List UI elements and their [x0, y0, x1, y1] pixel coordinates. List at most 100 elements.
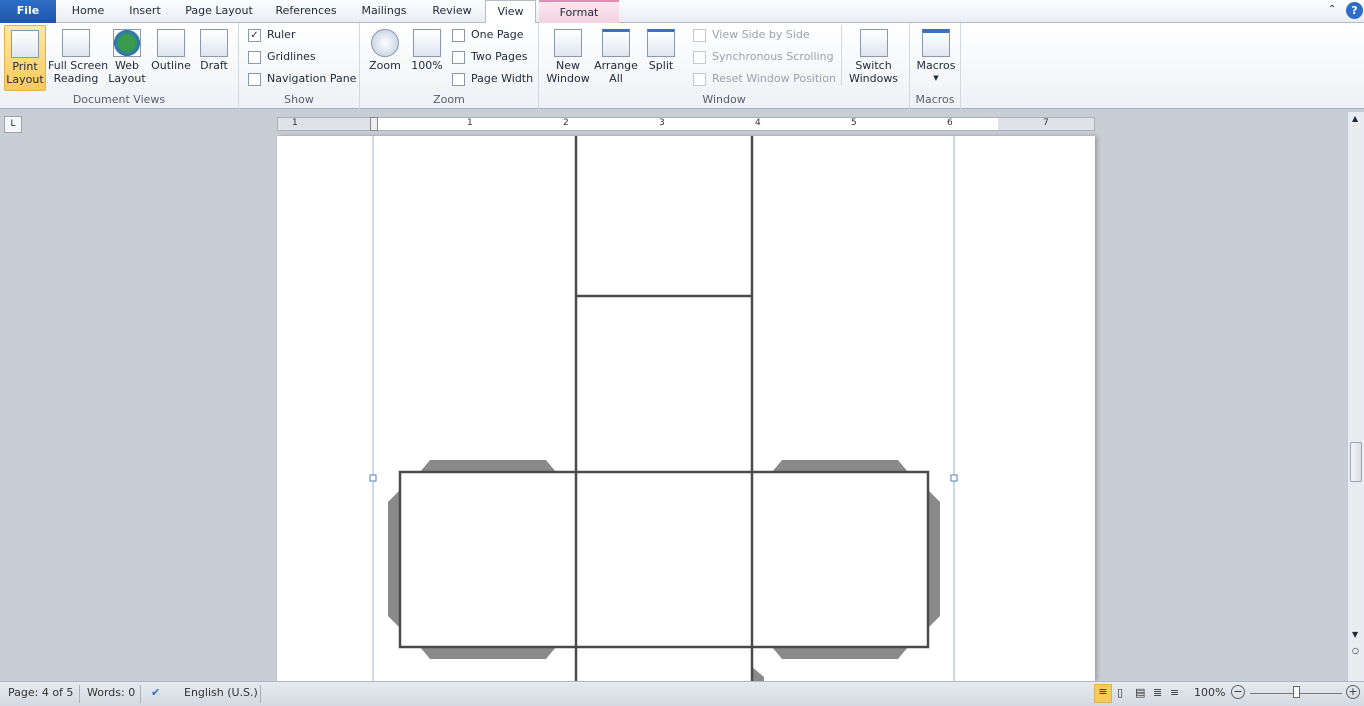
navigation-pane-checkbox[interactable]: Navigation Pane: [248, 70, 356, 88]
label: One Page: [471, 28, 524, 41]
book-icon: [62, 29, 90, 57]
tab-file[interactable]: File: [0, 0, 56, 23]
dropdown-arrow-icon: ▼: [933, 74, 939, 82]
outline-icon: [157, 29, 185, 57]
full-screen-reading-button[interactable]: Full Screen Reading: [48, 25, 108, 85]
outline-view-icon[interactable]: ≣: [1153, 686, 1162, 699]
one-page-button[interactable]: One Page: [452, 26, 524, 44]
print-layout-icon: [11, 30, 39, 58]
ruler-checkbox[interactable]: ✓ Ruler: [248, 26, 295, 44]
group-label: Window: [702, 93, 746, 106]
horizontal-ruler[interactable]: 1 1 2 3 4 5 6 7: [277, 117, 1095, 131]
scroll-down-icon[interactable]: ▼: [1352, 630, 1358, 639]
resize-handle: [950, 474, 958, 482]
tab-top-right: [772, 460, 908, 472]
split-button[interactable]: Split: [641, 25, 681, 72]
side-by-side-icon: [693, 29, 706, 42]
tab-view[interactable]: View: [485, 0, 536, 24]
one-page-icon: [452, 29, 465, 42]
zoom-slider-thumb[interactable]: [1293, 686, 1300, 698]
label: Outline: [151, 59, 191, 72]
document-page[interactable]: [277, 136, 1095, 681]
tab-review[interactable]: Review: [424, 0, 480, 23]
label: Arrange All: [594, 59, 638, 85]
zoom-in-icon[interactable]: +: [1346, 685, 1360, 699]
split-icon: [647, 29, 675, 57]
switch-windows-button[interactable]: Switch Windows: [841, 25, 905, 85]
label: Print Layout: [6, 60, 44, 86]
page-width-icon: [452, 73, 465, 86]
print-layout-button[interactable]: Print Layout: [4, 25, 46, 91]
draft-button[interactable]: Draft: [194, 25, 234, 72]
synchronous-scrolling-button[interactable]: Synchronous Scrolling: [693, 48, 834, 66]
scroll-thumb[interactable]: [1350, 442, 1362, 482]
view-side-by-side-button[interactable]: View Side by Side: [693, 26, 810, 44]
web-layout-view-icon[interactable]: ▤: [1135, 686, 1145, 699]
sync-scroll-icon: [693, 51, 706, 64]
label: Full Screen Reading: [48, 59, 109, 85]
divider: [260, 685, 261, 703]
minimize-ribbon-icon[interactable]: ⌃: [1328, 4, 1336, 15]
help-icon[interactable]: ?: [1346, 2, 1363, 19]
tab-selector-button[interactable]: L: [4, 116, 22, 133]
resize-handle: [369, 474, 377, 482]
label: 100%: [411, 59, 443, 72]
vertical-scrollbar[interactable]: ▲ ▼ ○: [1347, 112, 1364, 681]
globe-icon: [113, 29, 141, 57]
label: Ruler: [267, 28, 296, 41]
checkbox-icon: [248, 73, 261, 86]
indent-marker[interactable]: [370, 117, 378, 131]
tab-home[interactable]: Home: [60, 0, 116, 23]
tab-bottom-right: [772, 647, 908, 659]
tab-page-layout[interactable]: Page Layout: [178, 0, 260, 23]
group-window: New Window Arrange All Split View Side b…: [539, 23, 910, 109]
browse-object-icon[interactable]: ○: [1352, 646, 1359, 655]
zoom-out-icon[interactable]: −: [1231, 685, 1245, 699]
draft-icon: [200, 29, 228, 57]
print-layout-view-icon[interactable]: ≡: [1094, 684, 1112, 703]
arrange-all-icon: [602, 29, 630, 57]
two-pages-button[interactable]: Two Pages: [452, 48, 527, 66]
label: Zoom: [369, 59, 401, 72]
page-count[interactable]: Page: 4 of 5: [8, 686, 73, 699]
ruler-number: 1: [292, 118, 298, 128]
tab-references[interactable]: References: [268, 0, 344, 23]
zoom-level[interactable]: 100%: [1194, 686, 1225, 699]
page-width-button[interactable]: Page Width: [452, 70, 533, 88]
web-layout-button[interactable]: Web Layout: [106, 25, 148, 85]
net-rectangle: [398, 470, 930, 649]
gridlines-checkbox[interactable]: Gridlines: [248, 48, 316, 66]
reset-window-position-button[interactable]: Reset Window Position: [693, 70, 836, 88]
label: Gridlines: [267, 50, 316, 63]
outline-button[interactable]: Outline: [150, 25, 192, 72]
label: Web Layout: [108, 59, 146, 85]
tab-format[interactable]: Format: [539, 0, 619, 23]
ruler-number: 3: [659, 118, 665, 128]
zoom-100-button[interactable]: 100%: [408, 25, 446, 72]
group-label: Show: [284, 93, 314, 106]
word-count[interactable]: Words: 0: [87, 686, 135, 699]
tab-mailings[interactable]: Mailings: [352, 0, 416, 23]
group-label: Document Views: [72, 93, 166, 106]
tab-top-left: [420, 460, 556, 472]
scroll-up-icon[interactable]: ▲: [1352, 114, 1358, 123]
draft-view-icon[interactable]: ≡: [1170, 686, 1179, 699]
tab-insert[interactable]: Insert: [118, 0, 172, 23]
zoom-button[interactable]: Zoom: [366, 25, 404, 72]
macros-button[interactable]: Macros ▼: [914, 25, 958, 85]
arrange-all-button[interactable]: Arrange All: [593, 25, 639, 85]
label: Switch Windows: [848, 59, 899, 85]
proofing-icon[interactable]: ✔: [151, 686, 160, 699]
ruler-number: 7: [1043, 118, 1049, 128]
label: Split: [648, 59, 674, 72]
full-screen-view-icon[interactable]: ▯: [1117, 686, 1123, 699]
label: Page Width: [471, 72, 534, 85]
group-macros: Macros ▼ Macros: [910, 23, 961, 109]
label: Macros: [916, 59, 956, 72]
group-document-views: Print Layout Full Screen Reading Web Lay…: [0, 23, 239, 109]
shape-drawing[interactable]: [277, 136, 1095, 681]
new-window-button[interactable]: New Window: [543, 25, 593, 85]
divider: [140, 685, 141, 703]
group-label: Macros: [915, 93, 955, 106]
language[interactable]: English (U.S.): [184, 686, 258, 699]
